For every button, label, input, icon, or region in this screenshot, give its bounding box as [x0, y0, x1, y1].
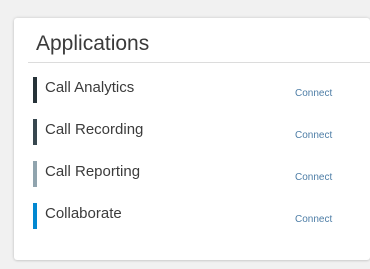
connect-link[interactable]: Connect: [295, 214, 332, 225]
panel-title: Applications: [36, 32, 150, 55]
app-name: Collaborate: [45, 205, 122, 222]
connect-link[interactable]: Connect: [295, 88, 332, 99]
title-divider: [28, 62, 370, 63]
app-name: Call Reporting: [45, 163, 141, 180]
accent-bar: [33, 203, 37, 229]
applications-panel: Applications Call Analytics Connect Call…: [14, 18, 370, 260]
accent-bar: [33, 119, 37, 145]
list-item-collaborate: Collaborate Connect: [33, 203, 370, 229]
list-item-call-reporting: Call Reporting Connect: [33, 161, 370, 187]
app-name: Call Recording: [45, 121, 144, 138]
accent-bar: [33, 77, 37, 103]
connect-link[interactable]: Connect: [295, 130, 332, 141]
list-item-call-recording: Call Recording Connect: [33, 119, 370, 145]
app-name: Call Analytics: [45, 79, 135, 96]
list-item-call-analytics: Call Analytics Connect: [33, 77, 370, 103]
accent-bar: [33, 161, 37, 187]
connect-link[interactable]: Connect: [295, 172, 332, 183]
